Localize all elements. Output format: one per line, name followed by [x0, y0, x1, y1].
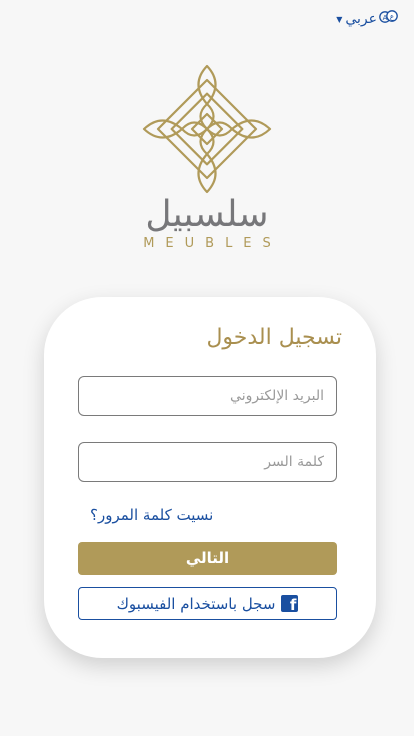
language-switch[interactable]: ▼ عربي A ع	[336, 9, 398, 29]
caret-down-icon: ▼	[336, 14, 343, 24]
brand-name-arabic: سلسبيل	[145, 194, 269, 235]
facebook-signup-button[interactable]: سجل باستخدام الفيسبوك f	[78, 587, 337, 620]
brand-logo: سلسبيل MEUBLES	[0, 64, 414, 251]
email-field[interactable]	[78, 376, 337, 416]
language-label: عربي	[345, 11, 377, 27]
brand-name-english: MEUBLES	[143, 236, 282, 251]
login-title: تسجيل الدخول	[206, 325, 342, 350]
password-input[interactable]	[79, 443, 336, 481]
password-field[interactable]	[78, 442, 337, 482]
translate-icon: A ع	[379, 9, 398, 29]
facebook-signup-label: سجل باستخدام الفيسبوك	[116, 594, 276, 613]
logo-mark	[142, 64, 272, 194]
facebook-icon: f	[281, 595, 299, 612]
email-input[interactable]	[79, 377, 336, 415]
login-card: تسجيل الدخول نسيت كلمة المرور؟ التالي سج…	[44, 297, 376, 658]
forgot-password-link[interactable]: نسيت كلمة المرور؟	[90, 506, 213, 524]
next-button[interactable]: التالي	[78, 542, 337, 575]
